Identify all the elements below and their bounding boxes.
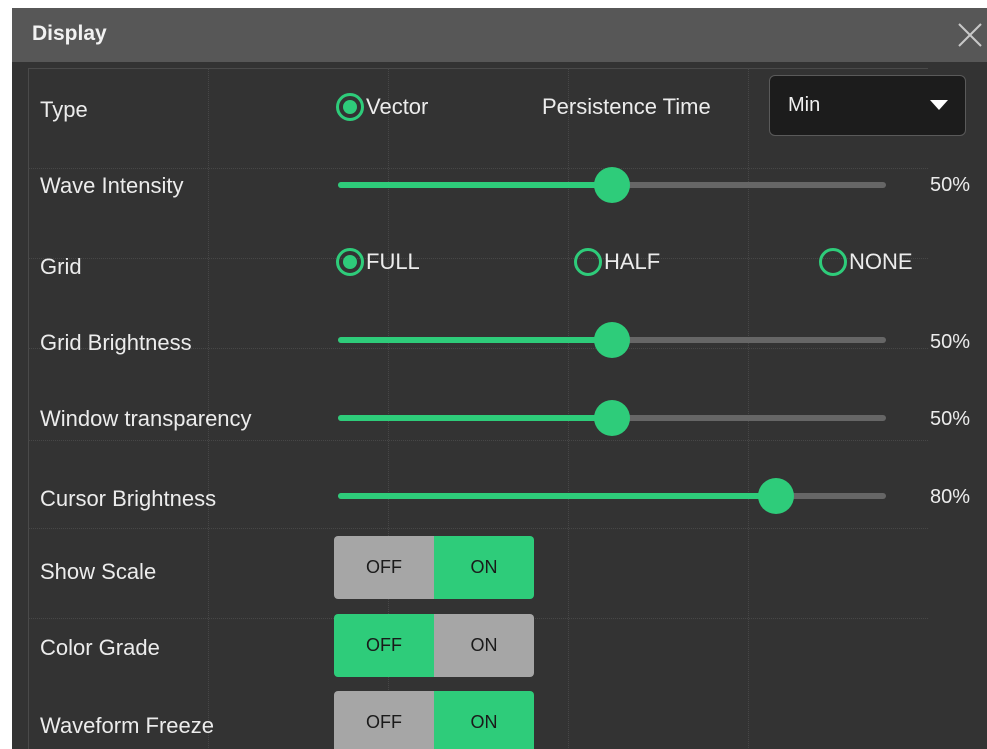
slider-fill	[338, 493, 777, 499]
toggle-off-button[interactable]: OFF	[334, 536, 434, 599]
color-grade-toggle[interactable]: OFF ON	[334, 614, 534, 677]
slider-fill	[338, 182, 612, 188]
window-transparency-label: Window transparency	[40, 406, 252, 431]
type-label: Type	[40, 97, 88, 122]
toggle-off-button[interactable]: OFF	[334, 691, 434, 749]
slider-thumb[interactable]	[758, 478, 795, 514]
wave-intensity-value: 50%	[930, 174, 971, 196]
persistence-time-label: Persistence Time	[542, 94, 711, 119]
grid-option-none: NONE	[849, 249, 913, 274]
persistence-time-dropdown[interactable]: Min	[769, 75, 966, 136]
grid-radio-half[interactable]: HALF	[574, 248, 660, 276]
radio-checked-icon	[336, 248, 364, 276]
grid-radio-none[interactable]: NONE	[819, 248, 913, 276]
grid-brightness-value: 50%	[930, 331, 971, 353]
dropdown-arrow-icon	[930, 100, 948, 110]
cursor-brightness-value: 80%	[930, 486, 971, 508]
waveform-freeze-label: Waveform Freeze	[40, 713, 215, 738]
slider-thumb[interactable]	[594, 400, 630, 436]
slider-thumb[interactable]	[594, 322, 630, 358]
display-dialog: Display Type Vector Persistence Time Min…	[12, 8, 987, 749]
wave-intensity-slider[interactable]	[338, 165, 886, 205]
grid-brightness-label: Grid Brightness	[40, 330, 192, 355]
radio-unchecked-icon	[819, 248, 847, 276]
type-option-label: Vector	[366, 94, 429, 119]
color-grade-label: Color Grade	[40, 635, 160, 660]
cursor-brightness-slider[interactable]	[338, 476, 886, 516]
window-transparency-value: 50%	[930, 408, 971, 430]
close-button[interactable]	[955, 20, 985, 50]
grid-radio-full[interactable]: FULL	[336, 248, 420, 276]
wave-intensity-label: Wave Intensity	[40, 173, 184, 198]
show-scale-label: Show Scale	[40, 559, 157, 584]
grid-option-full: FULL	[366, 249, 420, 274]
radio-unchecked-icon	[574, 248, 602, 276]
waveform-freeze-toggle[interactable]: OFF ON	[334, 691, 534, 749]
persistence-time-value: Min	[788, 94, 821, 116]
toggle-off-button[interactable]: OFF	[334, 614, 434, 677]
dialog-title: Display	[32, 22, 107, 45]
grid-option-half: HALF	[604, 249, 661, 274]
show-scale-toggle[interactable]: OFF ON	[334, 536, 534, 599]
toggle-on-button[interactable]: ON	[434, 536, 534, 599]
toggle-on-button[interactable]: ON	[434, 614, 534, 677]
slider-fill	[338, 415, 612, 421]
grid-label: Grid	[40, 254, 82, 279]
toggle-on-button[interactable]: ON	[434, 691, 534, 749]
window-transparency-slider[interactable]	[338, 398, 886, 438]
grid-brightness-slider[interactable]	[338, 320, 886, 360]
dialog-titlebar: Display	[12, 8, 987, 62]
cursor-brightness-label: Cursor Brightness	[40, 486, 217, 511]
close-icon	[958, 23, 982, 47]
slider-thumb[interactable]	[594, 167, 630, 203]
radio-checked-icon	[336, 93, 364, 121]
type-radio-vector[interactable]: Vector	[336, 93, 428, 121]
slider-fill	[338, 337, 612, 343]
